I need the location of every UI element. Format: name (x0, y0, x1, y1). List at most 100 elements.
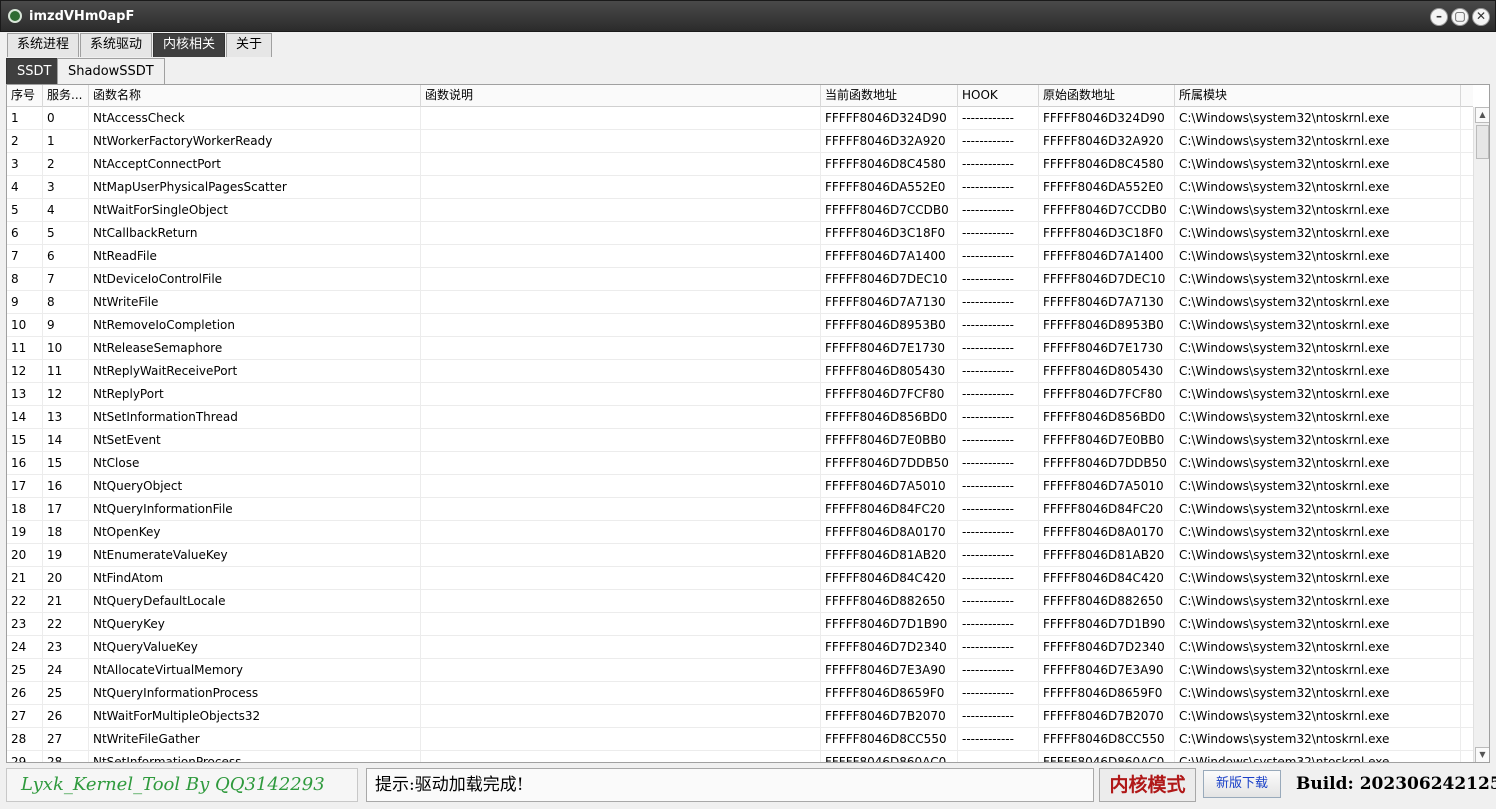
table-row[interactable]: 25 24 NtAllocateVirtualMemory FFFFF8046D7E3… (7, 659, 1473, 682)
cell-service: 24 (43, 659, 89, 682)
table-row[interactable]: 8 7 NtDeviceIoControlFile FFFFF8046D7DEC10-… (7, 268, 1473, 291)
cell-function-name: NtClose (89, 452, 421, 475)
scroll-thumb[interactable] (1476, 125, 1489, 159)
cell-current-address: FFFFF8046D7D1B90 (821, 613, 958, 636)
cell-index: 18 (7, 498, 43, 521)
cell-current-address: FFFFF8046D856BD0 (821, 406, 958, 429)
table-row[interactable]: 6 5 NtCallbackReturn FFFFF8046D3C18F0 ------… (7, 222, 1473, 245)
cell-function-name: NtOpenKey (89, 521, 421, 544)
table-row[interactable]: 16 15 NtClose FFFFF8046D7DDB50 ------------ F… (7, 452, 1473, 475)
scroll-down-icon[interactable]: ▼ (1475, 747, 1489, 762)
cell-original-address: FFFFF8046D7A5010 (1039, 475, 1175, 498)
cell-function-name: NtSetInformationProcess (89, 751, 421, 762)
cell-index: 4 (7, 176, 43, 199)
table-row[interactable]: 9 8 NtWriteFile FFFFF8046D7A7130 -----------… (7, 291, 1473, 314)
table-header: 序号 服务... 函数名称 函数说明 当前函数地址 HOOK 原始函数地址 所属… (7, 85, 1473, 107)
cell-module: C:\Windows\system32\ntoskrnl.exe (1175, 590, 1461, 613)
tab-about[interactable]: 关于 (226, 33, 273, 57)
cell-description (421, 199, 821, 222)
cell-service: 4 (43, 199, 89, 222)
table-row[interactable]: 23 22 NtQueryKey FFFFF8046D7D1B90 ----------… (7, 613, 1473, 636)
table-row[interactable]: 5 4 NtWaitForSingleObject FFFFF8046D7CCDB0-… (7, 199, 1473, 222)
cell-module: C:\Windows\system32\ntoskrnl.exe (1175, 130, 1461, 153)
table-row[interactable]: 27 26 NtWaitForMultipleObjects32 FFFFF8046D… (7, 705, 1473, 728)
cell-service: 19 (43, 544, 89, 567)
cell-description (421, 176, 821, 199)
table-row[interactable]: 2 1 NtWorkerFactoryWorkerReady FFFFF8046D32… (7, 130, 1473, 153)
cell-original-address: FFFFF8046D7D2340 (1039, 636, 1175, 659)
tab-ssdt[interactable]: SSDT (6, 58, 63, 85)
cell-description (421, 337, 821, 360)
cell-index: 17 (7, 475, 43, 498)
cell-index: 12 (7, 360, 43, 383)
column-header-index[interactable]: 序号 (7, 85, 43, 107)
cell-description (421, 751, 821, 762)
table-row[interactable]: 17 16 NtQueryObject FFFFF8046D7A5010 -------… (7, 475, 1473, 498)
cell-module: C:\Windows\system32\ntoskrnl.exe (1175, 199, 1461, 222)
column-header-service[interactable]: 服务... (43, 85, 89, 107)
ssdt-table: 序号 服务... 函数名称 函数说明 当前函数地址 HOOK 原始函数地址 所属… (6, 84, 1490, 763)
cell-hook: ------------ (958, 705, 1039, 728)
new-version-download-button[interactable]: 新版下载 (1203, 770, 1281, 798)
tab-kernel[interactable]: 内核相关 (153, 33, 226, 57)
column-header-module[interactable]: 所属模块 (1175, 85, 1461, 107)
table-row[interactable]: 10 9 NtRemoveIoCompletion FFFFF8046D8953B0-… (7, 314, 1473, 337)
cell-original-address: FFFFF8046D7E3A90 (1039, 659, 1175, 682)
table-row[interactable]: 12 11 NtReplyWaitReceivePort FFFFF8046D8054… (7, 360, 1473, 383)
column-header-original-address[interactable]: 原始函数地址 (1039, 85, 1175, 107)
cell-description (421, 636, 821, 659)
cell-function-name: NtCallbackReturn (89, 222, 421, 245)
cell-description (421, 153, 821, 176)
table-row[interactable]: 28 27 NtWriteFileGather FFFFF8046D8CC550 ---… (7, 728, 1473, 751)
table-row[interactable]: 7 6 NtReadFile FFFFF8046D7A1400 ------------… (7, 245, 1473, 268)
cell-service: 6 (43, 245, 89, 268)
cell-description (421, 314, 821, 337)
table-row[interactable]: 22 21 NtQueryDefaultLocale FFFFF8046D882650… (7, 590, 1473, 613)
cell-original-address: FFFFF8046D324D90 (1039, 107, 1175, 130)
table-body: 1 0 NtAccessCheck FFFFF8046D324D90 ---------… (7, 107, 1473, 762)
cell-index: 21 (7, 567, 43, 590)
table-row[interactable]: 14 13 NtSetInformationThread FFFFF8046D856B… (7, 406, 1473, 429)
cell-hook: ------------ (958, 659, 1039, 682)
table-row[interactable]: 4 3 NtMapUserPhysicalPagesScatter FFFFF8046… (7, 176, 1473, 199)
cell-hook: ------------ (958, 429, 1039, 452)
cell-current-address: FFFFF8046D805430 (821, 360, 958, 383)
column-header-current-address[interactable]: 当前函数地址 (821, 85, 958, 107)
table-row[interactable]: 3 2 NtAcceptConnectPort FFFFF8046D8C4580 ---… (7, 153, 1473, 176)
cell-hook: ------------ (958, 636, 1039, 659)
table-row[interactable]: 24 23 NtQueryValueKey FFFFF8046D7D2340 -----… (7, 636, 1473, 659)
table-row[interactable]: 11 10 NtReleaseSemaphore FFFFF8046D7E1730 --… (7, 337, 1473, 360)
cell-service: 16 (43, 475, 89, 498)
cell-original-address: FFFFF8046D7FCF80 (1039, 383, 1175, 406)
cell-index: 7 (7, 245, 43, 268)
column-header-function-name[interactable]: 函数名称 (89, 85, 421, 107)
maximize-button[interactable]: ▢ (1451, 8, 1469, 26)
minimize-button[interactable]: – (1430, 8, 1448, 26)
tab-system-processes[interactable]: 系统进程 (7, 33, 80, 57)
cell-module: C:\Windows\system32\ntoskrnl.exe (1175, 567, 1461, 590)
kernel-mode-button[interactable]: 内核模式 (1099, 768, 1196, 802)
cell-module: C:\Windows\system32\ntoskrnl.exe (1175, 751, 1461, 762)
vertical-scrollbar[interactable]: ▲ ▼ (1473, 107, 1489, 762)
scroll-up-icon[interactable]: ▲ (1475, 107, 1489, 123)
cell-function-name: NtWaitForSingleObject (89, 199, 421, 222)
column-header-hook[interactable]: HOOK (958, 85, 1039, 107)
table-row[interactable]: 18 17 NtQueryInformationFile FFFFF8046D84FC… (7, 498, 1473, 521)
table-row[interactable]: 26 25 NtQueryInformationProcess FFFFF8046D8… (7, 682, 1473, 705)
cell-index: 26 (7, 682, 43, 705)
table-row[interactable]: 29 28 NtSetInformationProcess FFFFF8046D860… (7, 751, 1473, 762)
table-row[interactable]: 1 0 NtAccessCheck FFFFF8046D324D90 ---------… (7, 107, 1473, 130)
table-row[interactable]: 19 18 NtOpenKey FFFFF8046D8A0170 -----------… (7, 521, 1473, 544)
cell-current-address: FFFFF8046D8659F0 (821, 682, 958, 705)
cell-module: C:\Windows\system32\ntoskrnl.exe (1175, 659, 1461, 682)
table-row[interactable]: 21 20 NtFindAtom FFFFF8046D84C420 ----------… (7, 567, 1473, 590)
cell-module: C:\Windows\system32\ntoskrnl.exe (1175, 245, 1461, 268)
column-header-description[interactable]: 函数说明 (421, 85, 821, 107)
tab-system-drivers[interactable]: 系统驱动 (80, 33, 153, 57)
table-row[interactable]: 15 14 NtSetEvent FFFFF8046D7E0BB0 ----------… (7, 429, 1473, 452)
table-row[interactable]: 20 19 NtEnumerateValueKey FFFFF8046D81AB20-… (7, 544, 1473, 567)
close-button[interactable]: ✕ (1472, 8, 1490, 26)
tab-shadow-ssdt[interactable]: ShadowSSDT (57, 58, 165, 85)
cell-hook: ------------ (958, 613, 1039, 636)
table-row[interactable]: 13 12 NtReplyPort FFFFF8046D7FCF80 ---------… (7, 383, 1473, 406)
